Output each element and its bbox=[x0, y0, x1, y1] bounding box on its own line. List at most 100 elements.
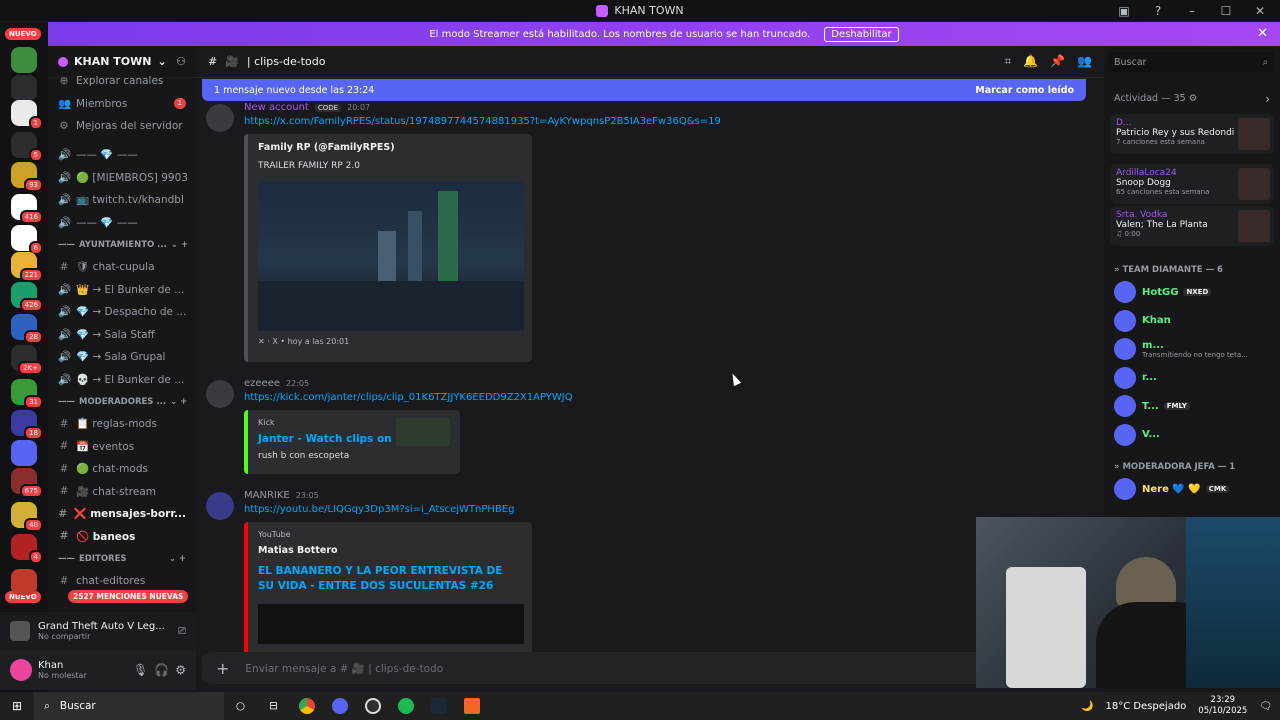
embed-image[interactable] bbox=[258, 181, 524, 331]
app-icon[interactable] bbox=[455, 692, 488, 720]
weather-text[interactable]: 18°C Despejado bbox=[1105, 701, 1186, 712]
server-icon[interactable] bbox=[11, 440, 37, 466]
member-item[interactable]: V... bbox=[1114, 423, 1274, 447]
channel-item[interactable]: 🔊 🟢 [MIEMBROS] 9903 bbox=[48, 166, 196, 189]
server-icon[interactable]: 93 bbox=[11, 162, 43, 192]
minimize-button[interactable]: – bbox=[1184, 4, 1200, 18]
message-link[interactable]: https://youtu.be/LIQGqy3Dp3M?si=i_Atscej… bbox=[244, 504, 514, 515]
embed-title[interactable]: EL BANANERO Y LA PEOR ENTREVISTA DE SU V… bbox=[258, 564, 522, 594]
task-view-icon[interactable]: ○ bbox=[224, 692, 257, 720]
settings-gear-icon[interactable]: ⚙ bbox=[175, 663, 186, 677]
help-icon[interactable]: ? bbox=[1150, 4, 1166, 18]
channel-item[interactable]: 🔊 💀 → El Bunker de ... bbox=[48, 368, 196, 391]
message-link[interactable]: https://kick.com/janter/clips/clip_01K6T… bbox=[244, 392, 573, 403]
member-item[interactable]: Khan bbox=[1114, 309, 1274, 333]
channel-item[interactable]: # chat-editores bbox=[48, 570, 196, 593]
pin-icon[interactable]: 📌 bbox=[1050, 54, 1065, 69]
category-header[interactable]: —— EDITORES ⌄ + bbox=[48, 548, 196, 570]
avatar[interactable] bbox=[206, 492, 234, 520]
server-icon[interactable] bbox=[11, 75, 37, 101]
add-attachment-icon[interactable]: + bbox=[216, 659, 229, 678]
invite-icon[interactable]: ⚇ bbox=[176, 55, 186, 68]
server-icon[interactable]: 426 bbox=[11, 282, 43, 312]
headphones-icon[interactable]: 🎧 bbox=[154, 663, 169, 677]
message-author[interactable]: New account bbox=[244, 102, 309, 113]
server-icon[interactable]: 18 bbox=[11, 410, 43, 440]
microphone-icon[interactable]: 🎙 bbox=[133, 663, 148, 677]
channel-item[interactable]: 🔊 💎 → Sala Staff bbox=[48, 323, 196, 346]
embed-author[interactable]: Matias Bottero bbox=[258, 545, 522, 556]
channel-item[interactable]: 🔊 —— 💎 —— bbox=[48, 144, 196, 167]
taskbar-search[interactable]: ⌕ Buscar bbox=[34, 692, 224, 720]
server-icon[interactable]: 416 bbox=[11, 194, 43, 224]
channel-item[interactable]: # 🚫 baneos bbox=[48, 525, 196, 548]
server-icon[interactable] bbox=[11, 47, 37, 73]
category-add-icon[interactable]: ⌄ + bbox=[169, 554, 186, 564]
member-item[interactable]: Nere 💙 💛 CMK bbox=[1114, 477, 1274, 501]
server-icon[interactable]: 31 bbox=[11, 379, 43, 409]
search-input[interactable]: Buscar ⌕ bbox=[1108, 52, 1274, 72]
member-item[interactable]: r... bbox=[1114, 366, 1274, 390]
mentions-badge[interactable]: 2527 MENCIONES NUEVAS bbox=[68, 590, 189, 603]
server-icon[interactable]: 2K+ bbox=[11, 345, 43, 375]
new-messages-bar[interactable]: 1 mensaje nuevo desde las 23:24 Marcar c… bbox=[202, 79, 1086, 101]
channel-item[interactable]: 🔊 👑 → El Bunker de ... bbox=[48, 278, 196, 301]
message-author[interactable]: ezeeee bbox=[244, 378, 280, 389]
maximize-button[interactable]: ☐ bbox=[1218, 4, 1234, 18]
channel-item[interactable]: ⊕ Explorar canales bbox=[48, 70, 196, 93]
discord-icon[interactable] bbox=[323, 692, 356, 720]
member-item[interactable]: HotGG NXED bbox=[1114, 280, 1274, 304]
inbox-icon[interactable]: ▣ bbox=[1116, 4, 1132, 18]
channel-item[interactable]: 🔊 📺 twitch.tv/khandbl bbox=[48, 189, 196, 212]
steam-icon[interactable] bbox=[422, 692, 455, 720]
mark-read-button[interactable]: Marcar como leído bbox=[975, 85, 1074, 96]
server-icon[interactable] bbox=[11, 569, 37, 595]
category-header[interactable]: —— MODERADORES ... ⌄ + bbox=[48, 391, 196, 413]
channel-item[interactable]: # 📋 reglas-mods bbox=[48, 413, 196, 436]
activity-card[interactable]: ArdillaLoca24 Snoop Dogg 65 canciones esta… bbox=[1110, 164, 1274, 204]
embed-video-thumbnail[interactable] bbox=[258, 604, 524, 644]
category-add-icon[interactable]: ⌄ + bbox=[171, 240, 188, 250]
bell-icon[interactable]: 🔔 bbox=[1023, 54, 1038, 69]
banner-close-icon[interactable]: ✕ bbox=[1257, 26, 1268, 41]
category-add-icon[interactable]: ⌄ + bbox=[170, 397, 187, 407]
channel-item[interactable]: 🔊 💎 → Sala Grupal bbox=[48, 346, 196, 369]
category-header[interactable]: —— AYUNTAMIENTO ... ⌄ + bbox=[48, 234, 196, 256]
avatar[interactable] bbox=[206, 104, 234, 132]
threads-icon[interactable]: ⌗ bbox=[1004, 54, 1011, 69]
channel-item[interactable]: # 🛡 chat-cupula bbox=[48, 256, 196, 279]
server-icon[interactable]: 5 bbox=[11, 132, 43, 162]
stream-icon[interactable]: ⎚ bbox=[178, 626, 186, 637]
embed-thumbnail[interactable] bbox=[396, 418, 450, 446]
message-author[interactable]: MANRIKE bbox=[244, 490, 290, 501]
member-item[interactable]: m... Transmitiendo no tengo teta... bbox=[1114, 337, 1274, 361]
message-input[interactable]: Enviar mensaje a # 🎥 | clips-de-todo bbox=[245, 662, 443, 675]
server-icon[interactable]: 221 bbox=[11, 252, 43, 282]
avatar[interactable] bbox=[206, 380, 234, 408]
server-icon[interactable]: 40 bbox=[11, 502, 43, 532]
embed-author[interactable]: Family RP (@FamilyRPES) bbox=[258, 142, 522, 153]
channel-item[interactable]: 🔊 💎 → Despacho de ... bbox=[48, 301, 196, 324]
notifications-icon[interactable]: 🗨 bbox=[1259, 701, 1272, 712]
channel-item[interactable]: # 🎥 chat-stream bbox=[48, 480, 196, 503]
chrome-icon[interactable] bbox=[290, 692, 323, 720]
channel-item[interactable]: # ❌ mensajes-borr... bbox=[48, 503, 196, 526]
member-list-icon[interactable]: 👥 bbox=[1077, 54, 1092, 69]
clock[interactable]: 23:29 05/10/2025 bbox=[1198, 695, 1247, 717]
obs-icon[interactable] bbox=[356, 692, 389, 720]
server-icon[interactable]: 6 bbox=[11, 225, 43, 255]
windows-start-icon[interactable]: ⊞ bbox=[0, 699, 34, 713]
server-icon[interactable]: 4 bbox=[11, 534, 43, 564]
server-icon[interactable]: 675 bbox=[11, 468, 43, 498]
widgets-icon[interactable]: ⊟ bbox=[257, 692, 290, 720]
server-icon[interactable]: 1 bbox=[11, 100, 43, 130]
server-icon[interactable]: 28 bbox=[11, 314, 43, 344]
message-link[interactable]: https://x.com/FamilyRPES/status/19748977… bbox=[244, 116, 721, 127]
spotify-icon[interactable] bbox=[389, 692, 422, 720]
activity-card[interactable]: D... Patricio Rey y sus Redondit... 7 canc… bbox=[1110, 114, 1274, 154]
channel-item[interactable]: 👥 Miembros 1 bbox=[48, 93, 196, 116]
disable-streamer-button[interactable]: Deshabilitar bbox=[824, 26, 899, 42]
channel-item[interactable]: # 📅 eventos bbox=[48, 435, 196, 458]
close-window-button[interactable]: ✕ bbox=[1252, 4, 1268, 18]
avatar[interactable] bbox=[10, 659, 32, 681]
